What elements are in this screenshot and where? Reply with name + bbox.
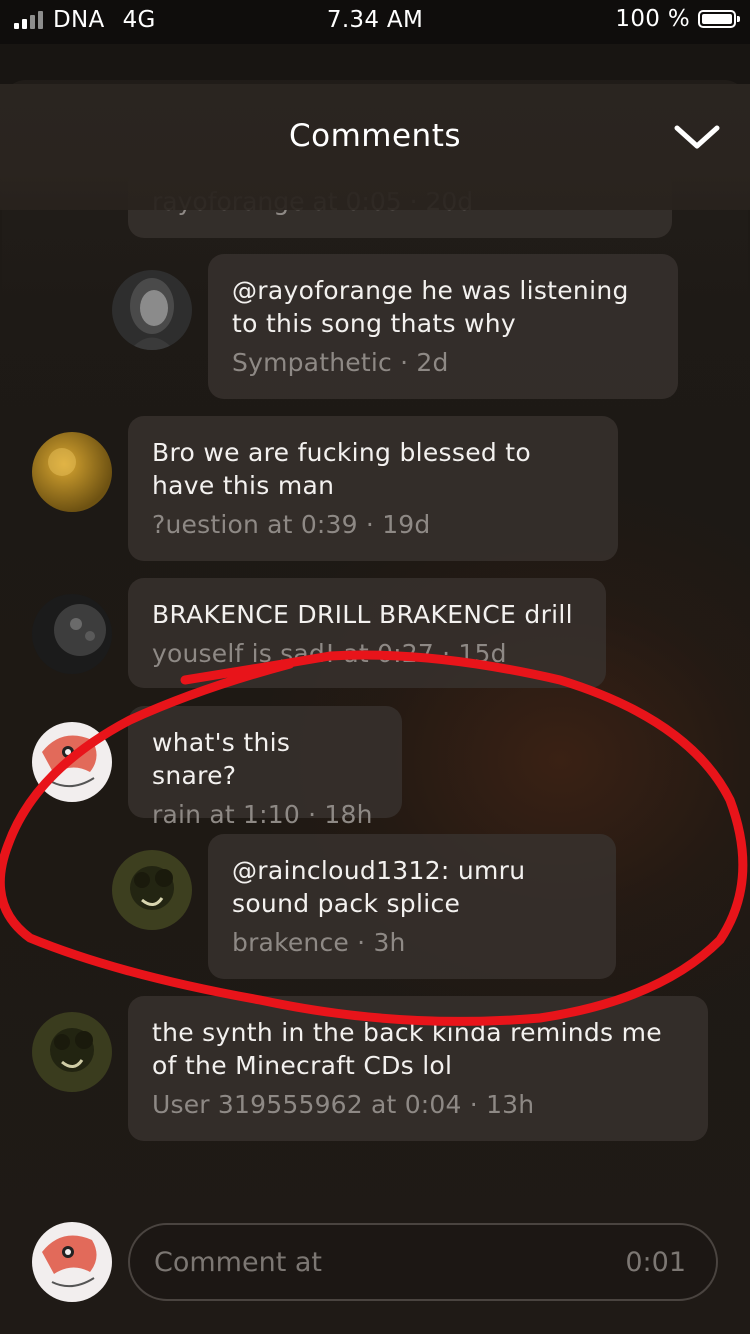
- comment-text: what's this snare?: [152, 728, 291, 790]
- comment-meta: User 319555962 at 0:04 · 13h: [152, 1090, 535, 1119]
- avatar[interactable]: [32, 594, 112, 674]
- comment-bubble[interactable]: BRAKENCE DRILL BRAKENCE drill youself is…: [128, 578, 606, 688]
- status-bar: DNA 4G 7.34 AM 100 %: [0, 0, 750, 44]
- close-button[interactable]: [672, 118, 722, 158]
- comment-text: the synth in the back kinda reminds me o…: [152, 1018, 662, 1080]
- avatar-gold-icon: [32, 432, 112, 512]
- comment-bubble[interactable]: the synth in the back kinda reminds me o…: [128, 996, 708, 1141]
- comment-timestamp[interactable]: 0:01: [625, 1247, 686, 1278]
- comment-meta: youself is sad! at 0:27 · 15d: [152, 639, 507, 668]
- page-title: Comments: [288, 118, 462, 154]
- avatar[interactable]: [32, 432, 112, 512]
- avatar-anime-icon: [32, 1222, 112, 1302]
- comment-meta: ?uestion at 0:39 · 19d: [152, 510, 431, 539]
- comment-bubble[interactable]: what's this snare? rain at 1:10 · 18h: [128, 706, 402, 829]
- comment-bubble[interactable]: Bro we are fucking blessed to have this …: [128, 416, 618, 561]
- comment-bubble[interactable]: @rayoforange he was listening to this so…: [208, 254, 678, 399]
- battery-percent: 100 %: [615, 6, 690, 32]
- comment-input[interactable]: Comment at 0:01: [128, 1223, 718, 1301]
- avatar-dark-icon: [32, 594, 112, 674]
- comments-header: Comments: [0, 84, 750, 210]
- comment-text: @rayoforange he was listening to this so…: [232, 276, 629, 338]
- comment-bubble[interactable]: @raincloud1312: umru sound pack splice b…: [208, 834, 616, 979]
- avatar[interactable]: [32, 722, 112, 802]
- comment-input-placeholder: Comment at: [154, 1247, 322, 1278]
- avatar-woman-icon: [112, 270, 192, 350]
- comment-text: @raincloud1312: umru sound pack splice: [232, 856, 526, 918]
- avatar[interactable]: [32, 1012, 112, 1092]
- chevron-down-icon: [674, 125, 720, 149]
- avatar-artist-icon: [32, 1012, 112, 1092]
- battery-icon: [698, 10, 740, 28]
- avatar[interactable]: [112, 850, 192, 930]
- sheet-backdrop: [0, 44, 750, 84]
- comment-meta: rain at 1:10 · 18h: [152, 800, 373, 829]
- avatar-artist-icon: [112, 850, 192, 930]
- avatar[interactable]: [112, 270, 192, 350]
- avatar-anime-icon: [32, 722, 112, 802]
- comment-meta: Sympathetic · 2d: [232, 348, 449, 377]
- comment-meta: brakence · 3h: [232, 928, 406, 957]
- current-user-avatar[interactable]: [32, 1222, 112, 1302]
- comment-text: Bro we are fucking blessed to have this …: [152, 438, 531, 500]
- comment-text: BRAKENCE DRILL BRAKENCE drill: [152, 600, 573, 629]
